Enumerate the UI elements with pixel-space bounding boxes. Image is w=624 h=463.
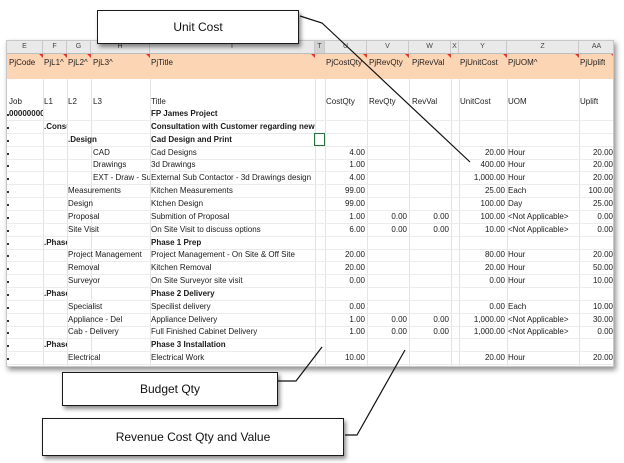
budget-qty-callout-label: Budget Qty: [139, 382, 201, 396]
revenue-leader-line: [345, 349, 406, 436]
unit-cost-leader-line: [299, 15, 471, 163]
revenue-callout-label: Revenue Cost Qty and Value: [115, 430, 271, 444]
revenue-callout: Revenue Cost Qty and Value: [42, 418, 344, 456]
budget-qty-callout: Budget Qty: [62, 372, 278, 406]
unit-cost-callout-label: Unit Cost: [173, 20, 223, 34]
unit-cost-callout: Unit Cost: [97, 10, 299, 44]
budget-qty-leader-line: [277, 346, 323, 382]
